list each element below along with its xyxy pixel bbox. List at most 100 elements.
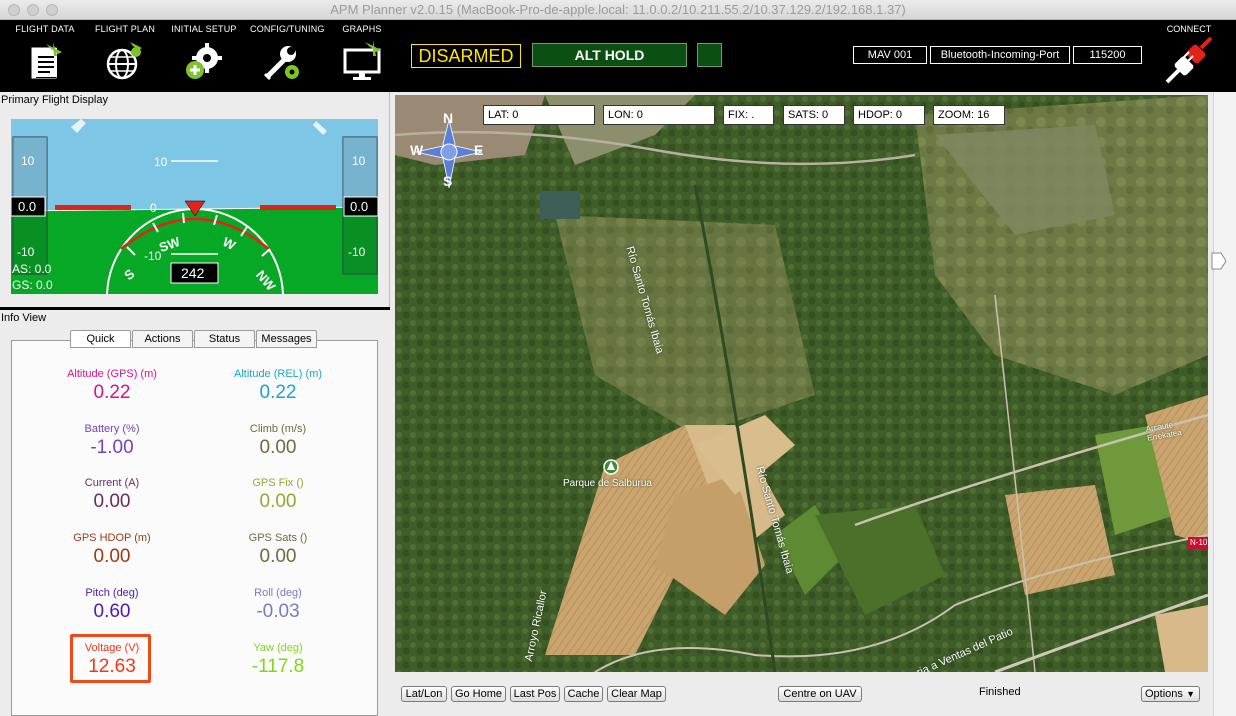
config-tuning-label: CONFIG/TUNING	[250, 24, 325, 34]
airspeed-readout: 0.0	[18, 199, 37, 214]
quick-item-label: Altitude (REL) (m)	[233, 368, 323, 380]
title-bar: APM Planner v2.0.15 (MacBook-Pro-de-appl…	[0, 0, 1236, 20]
graphs-icon	[343, 40, 381, 80]
zoom-field: ZOOM: 16	[933, 105, 1005, 125]
quick-item-roll: Roll (deg) -0.03	[188, 587, 368, 623]
quick-item-label: GPS Sats ()	[248, 532, 308, 544]
gps-lon-field: LON: 0	[603, 105, 715, 125]
clear-map-button[interactable]: Clear Map	[607, 686, 666, 702]
groundspeed-label: GS: 0.0	[12, 278, 53, 292]
quick-item-label: Current (A)	[84, 477, 140, 489]
flight-plan-icon	[106, 42, 142, 80]
quick-item-value: -0.03	[256, 601, 300, 622]
quick-item-current: Current (A) 0.00	[22, 477, 202, 513]
quick-item-value: 0.00	[259, 437, 297, 458]
altitude-readout: 0.0	[350, 199, 369, 214]
initial-setup-button[interactable]: INITIAL SETUP	[171, 24, 237, 84]
satellite-map[interactable]: Río Santo Tomás Ibaia Río Santo Tomás Ib…	[395, 95, 1208, 672]
flight-data-icon	[31, 42, 62, 79]
quick-item-value: -1.00	[90, 437, 134, 458]
quick-item-label: Pitch (deg)	[85, 587, 139, 599]
cache-button[interactable]: Cache	[564, 686, 603, 702]
tab-quick[interactable]: Quick	[70, 330, 131, 348]
quick-item-battery: Battery (%) -1.00	[22, 423, 202, 459]
go-home-button[interactable]: Go Home	[451, 686, 506, 702]
quick-item-value: 0.22	[259, 382, 297, 403]
quick-item-altitude-gps: Altitude (GPS) (m) 0.22	[22, 368, 202, 404]
quick-item-label: Altitude (GPS) (m)	[67, 368, 157, 380]
window-title: APM Planner v2.0.15 (MacBook-Pro-de-appl…	[330, 2, 906, 17]
quick-item-label: GPS Fix ()	[252, 477, 304, 489]
quick-item-value: 0.00	[93, 491, 131, 512]
options-label: Options	[1145, 688, 1183, 700]
gps-hdop-field: HDOP: 0	[853, 105, 925, 125]
quick-item-label: Battery (%)	[84, 423, 140, 435]
quick-item-label: GPS HDOP (m)	[73, 532, 151, 544]
map-imagery	[395, 95, 1208, 672]
centre-on-uav-button[interactable]: Centre on UAV	[778, 686, 862, 702]
quick-item-pitch: Pitch (deg) 0.60	[22, 587, 202, 623]
quick-item-gps-fix: GPS Fix () 0.00	[188, 477, 368, 513]
map-label-parque: Parque de Salburua	[563, 478, 652, 489]
gps-lat-field: LAT: 0	[483, 105, 595, 125]
gps-fix-field: FIX: .	[723, 105, 774, 125]
pitch-label-minus10: -10	[144, 249, 162, 263]
arm-status-indicator: DISARMED	[411, 44, 521, 68]
quick-item-yaw: Yaw (deg) -117.8	[188, 642, 368, 678]
quick-item-value: 0.00	[259, 491, 297, 512]
compass-south-label: S	[443, 173, 453, 189]
quick-item-label: Climb (m/s)	[249, 423, 307, 435]
pfd-panel-title: Primary Flight Display	[1, 94, 108, 106]
gps-sats-field: SATS: 0	[783, 105, 845, 125]
primary-flight-display: 10 0 -10 10 10 -10 -10 0.0 0.0 242 SW W …	[11, 119, 378, 294]
connect-label: CONNECT	[1166, 24, 1212, 34]
voltage-highlight-box	[70, 634, 151, 683]
initial-setup-label: INITIAL SETUP	[171, 24, 237, 34]
quick-item-altitude-rel: Altitude (REL) (m) 0.22	[188, 368, 368, 404]
alt-tick-minus10: -10	[348, 245, 366, 259]
flight-data-label: FLIGHT DATA	[15, 24, 75, 34]
graphs-label: GRAPHS	[342, 24, 382, 34]
compass-west-label: W	[410, 142, 424, 158]
quick-item-climb: Climb (m/s) 0.00	[188, 423, 368, 459]
quick-view-box: Altitude (GPS) (m) 0.22 Altitude (REL) (…	[11, 340, 378, 716]
quick-item-value: 0.60	[93, 601, 131, 622]
info-view-panel: Info View Altitude (GPS) (m) 0.22 Altitu…	[0, 310, 390, 716]
mav-id-field[interactable]: MAV 001	[853, 46, 927, 64]
latlon-button[interactable]: Lat/Lon	[401, 686, 447, 702]
airspeed-label: AS: 0.0	[12, 262, 52, 276]
quick-item-gps-sats: GPS Sats () 0.00	[188, 532, 368, 568]
map-vertical-scrollbar[interactable]	[1211, 92, 1236, 716]
config-tuning-button[interactable]: CONFIG/TUNING	[250, 24, 325, 84]
alt-tick-10: 10	[352, 154, 366, 168]
quick-item-value: 0.00	[93, 546, 131, 567]
compass-north-label: N	[443, 110, 454, 126]
quick-item-label: Roll (deg)	[254, 587, 302, 599]
flight-plan-label: FLIGHT PLAN	[94, 24, 156, 34]
speed-tick-minus10: -10	[17, 245, 35, 259]
graphs-button[interactable]: GRAPHS	[329, 24, 395, 84]
plug-icon	[1165, 36, 1213, 84]
tab-messages[interactable]: Messages	[256, 330, 317, 348]
port-select[interactable]: Bluetooth-Incoming-Port	[930, 46, 1070, 64]
flight-mode-indicator: ALT HOLD	[532, 43, 687, 67]
scroll-handle-icon[interactable]	[1211, 252, 1227, 270]
quick-item-value: 0.22	[93, 382, 131, 403]
app-window: APM Planner v2.0.15 (MacBook-Pro-de-appl…	[0, 0, 1236, 716]
pitch-label-10: 10	[154, 155, 168, 169]
last-pos-button[interactable]: Last Pos	[510, 686, 560, 702]
tab-status[interactable]: Status	[194, 330, 255, 348]
flight-plan-button[interactable]: FLIGHT PLAN	[92, 24, 158, 84]
quick-item-value: 0.00	[259, 546, 297, 567]
info-view-title: Info View	[1, 312, 47, 324]
heading-readout: 242	[181, 265, 205, 281]
options-button[interactable]: Options ▼	[1141, 686, 1200, 702]
tab-actions[interactable]: Actions	[132, 330, 193, 348]
pitch-label-0: 0	[150, 201, 157, 215]
baud-select[interactable]: 115200	[1073, 46, 1142, 64]
config-tuning-icon	[263, 46, 299, 81]
map-panel: Río Santo Tomás Ibaia Río Santo Tomás Ib…	[392, 92, 1236, 716]
map-label-road: N-10	[1188, 537, 1208, 549]
connect-button[interactable]: CONNECT	[1158, 24, 1220, 88]
flight-data-button[interactable]: FLIGHT DATA	[12, 24, 78, 84]
